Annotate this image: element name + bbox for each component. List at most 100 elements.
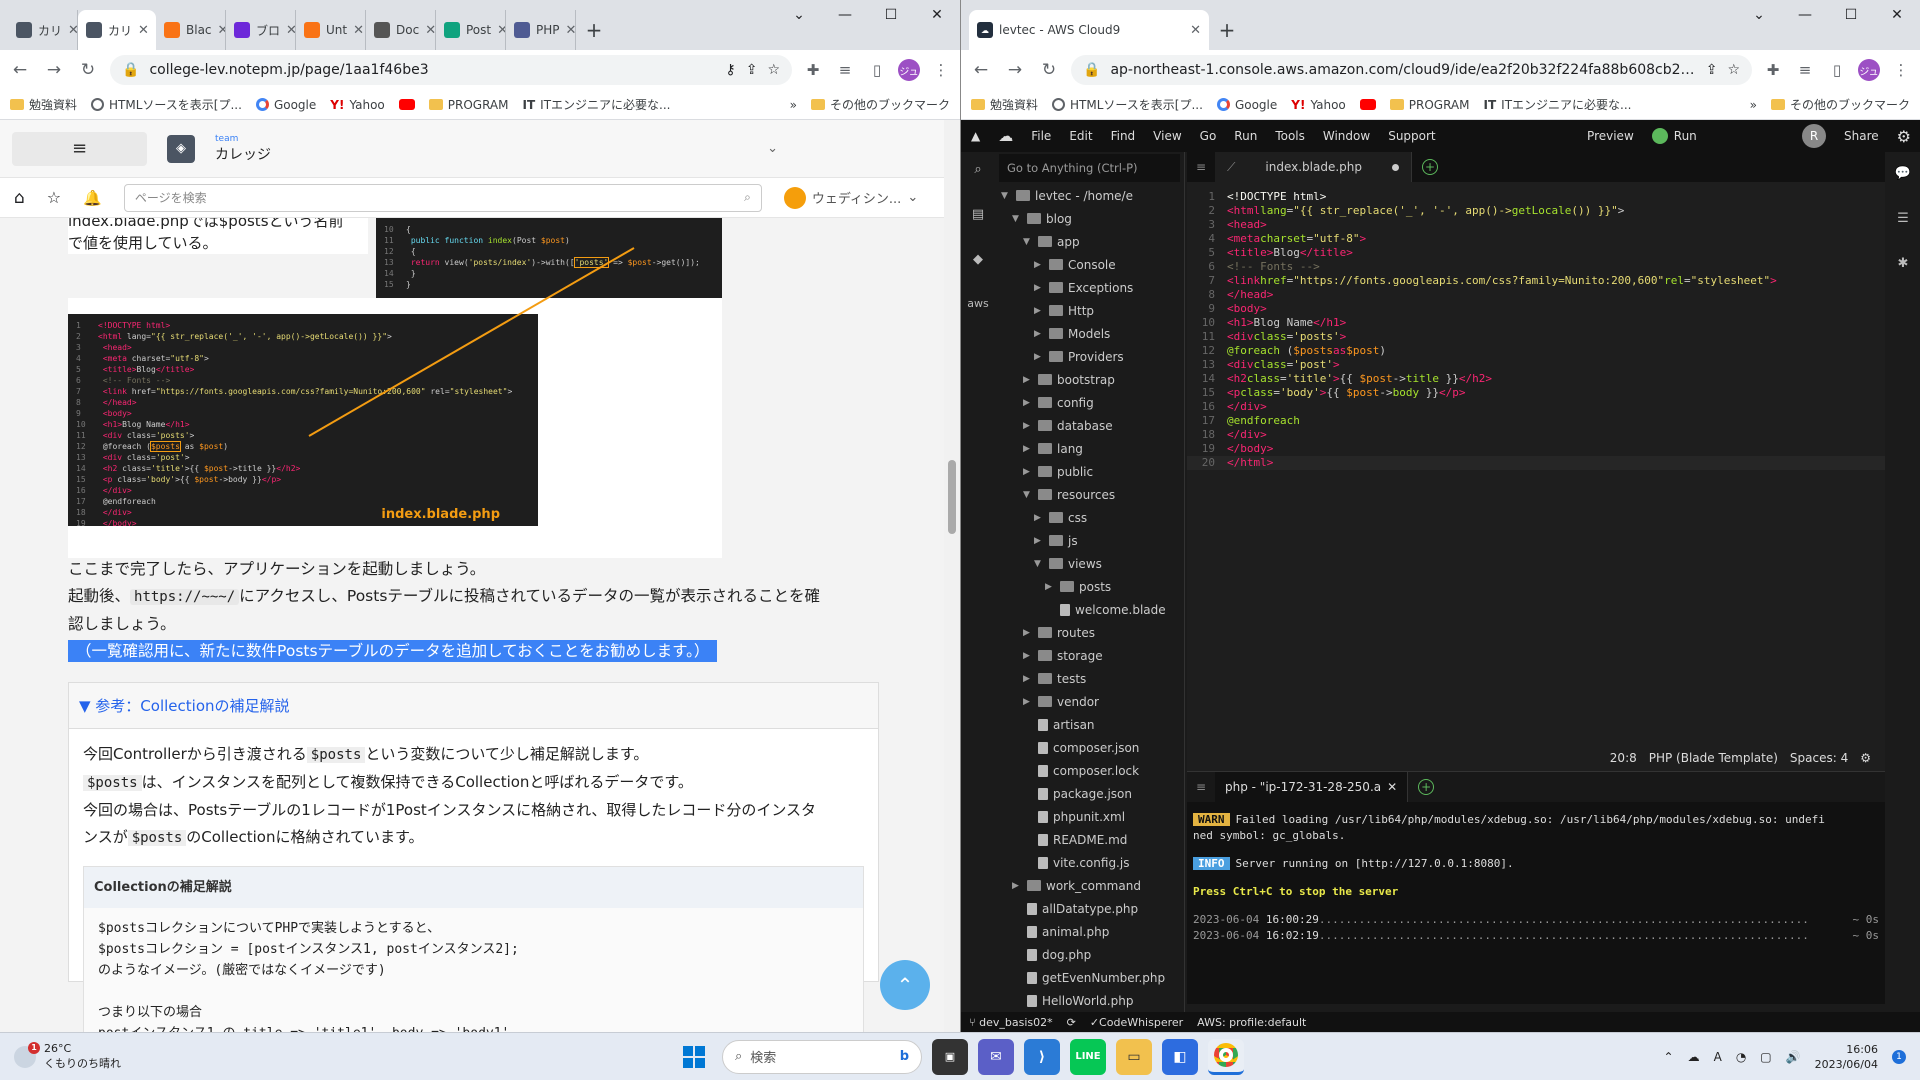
tree-folder[interactable]: ▼ views — [995, 552, 1184, 575]
tree-folder[interactable]: ▼ levtec - /home/e — [995, 184, 1184, 207]
more-bookmarks-icon[interactable]: » — [1750, 98, 1757, 112]
menu-find[interactable]: Find — [1111, 129, 1136, 143]
scroll-to-top-button[interactable]: ⌃ — [880, 960, 930, 1010]
scrollbar-thumb[interactable] — [948, 460, 956, 534]
network-icon[interactable]: ▢ — [1760, 1050, 1771, 1064]
tree-file[interactable]: animal.php — [995, 920, 1184, 943]
other-bookmarks[interactable]: その他のブックマーク — [1770, 96, 1910, 113]
close-icon[interactable]: ✕ — [914, 0, 960, 30]
gear-icon[interactable]: ⚙ — [1860, 751, 1871, 765]
collaborate-icon[interactable]: 💬 — [1895, 166, 1911, 181]
reading-list-icon[interactable]: ≡ — [1794, 61, 1816, 79]
hamburger-menu-button[interactable]: ≡ — [12, 131, 147, 166]
browser-tab[interactable]: Post ✕ — [436, 10, 506, 50]
menu-go[interactable]: Go — [1200, 129, 1217, 143]
favorite-star-icon[interactable]: ☆ — [47, 188, 61, 207]
ime-mode-icon[interactable]: ◔ — [1736, 1050, 1746, 1064]
tree-folder[interactable]: ▼ blog — [995, 207, 1184, 230]
other-bookmarks[interactable]: その他のブックマーク — [810, 96, 950, 113]
reading-list-icon[interactable]: ≡ — [834, 61, 856, 79]
menu-kebab-icon[interactable]: ⋮ — [1890, 61, 1912, 79]
bookmark-item[interactable]: Y! Yahoo — [1291, 98, 1346, 112]
share-icon[interactable]: ⇪ — [746, 62, 758, 78]
reload-icon[interactable]: ↻ — [1037, 60, 1061, 80]
browser-tab[interactable]: Blac ✕ — [156, 10, 226, 50]
new-tab-button[interactable]: + — [1209, 10, 1245, 50]
extensions-icon[interactable]: ✚ — [802, 61, 824, 79]
terminal-tab[interactable]: php - "ip-172-31-28-250.a ✕ — [1215, 772, 1409, 802]
bookmark-item[interactable]: Google — [255, 98, 316, 112]
reload-icon[interactable]: ↻ — [76, 60, 100, 80]
close-icon[interactable]: ✕ — [566, 23, 576, 38]
terminal-output[interactable]: WARN Failed loading /usr/lib64/php/module… — [1187, 802, 1885, 954]
bookmark-item[interactable]: 勉強資料 — [10, 96, 77, 113]
preview-button[interactable]: Preview — [1587, 129, 1634, 143]
home-icon[interactable]: ⌂ — [14, 188, 25, 208]
tree-folder[interactable]: ▶ public — [995, 460, 1184, 483]
key-icon[interactable]: ⚷ — [725, 62, 735, 78]
taskbar-search[interactable]: ⌕ 検索 b — [722, 1039, 922, 1074]
back-icon[interactable]: ← — [969, 60, 993, 80]
browser-tab[interactable]: Doc ✕ — [366, 10, 436, 50]
run-button[interactable]: Run — [1651, 128, 1697, 144]
tree-file[interactable]: README.md — [995, 828, 1184, 851]
details-summary[interactable]: ▼ 参考：Collectionの補足解説 — [69, 683, 878, 729]
menu-run[interactable]: Run — [1234, 129, 1257, 143]
tree-folder[interactable]: ▶ vendor — [995, 690, 1184, 713]
pane-menu-icon[interactable]: ≡ — [1187, 780, 1215, 794]
page-search-input[interactable]: ページを検索 ⌕ — [123, 183, 762, 212]
gear-icon[interactable]: ⚙ — [1897, 127, 1911, 146]
new-tab-button[interactable]: + — [576, 10, 612, 50]
bookmark-item[interactable]: PROGRAM — [428, 98, 509, 112]
cloud-icon[interactable]: ☁ — [1688, 1050, 1700, 1064]
tree-file[interactable]: HelloWorld.php — [995, 989, 1184, 1012]
outline-icon[interactable]: ☰ — [1897, 211, 1909, 226]
bookmark-item[interactable]: 勉強資料 — [971, 96, 1038, 113]
chevron-down-icon[interactable]: ⌄ — [1736, 0, 1782, 30]
close-icon[interactable]: ✕ — [425, 23, 435, 38]
tree-file[interactable]: welcome.blade — [995, 598, 1184, 621]
tree-folder[interactable]: ▶ work_command — [995, 874, 1184, 897]
close-icon[interactable]: ✕ — [218, 23, 225, 38]
tree-file[interactable]: dog.php — [995, 943, 1184, 966]
extensions-icon[interactable]: ✚ — [1762, 61, 1784, 79]
minimize-icon[interactable]: — — [1782, 0, 1828, 30]
bookmark-item[interactable]: HTMLソースを表示[プ... — [1052, 96, 1203, 113]
editor-tab[interactable]: ⟋ index.blade.php — [1215, 152, 1413, 182]
codewhisperer-status[interactable]: ✓CodeWhisperer — [1090, 1016, 1183, 1029]
tree-file[interactable]: composer.lock — [995, 759, 1184, 782]
tree-file[interactable]: getEvenNumber.php — [995, 966, 1184, 989]
menu-edit[interactable]: Edit — [1069, 129, 1092, 143]
tree-folder[interactable]: ▶ css — [995, 506, 1184, 529]
notification-badge[interactable]: 1 — [1892, 1049, 1906, 1064]
tree-folder[interactable]: ▶ Http — [995, 299, 1184, 322]
star-icon[interactable]: ☆ — [1727, 62, 1740, 78]
youtube-bookmark[interactable] — [398, 99, 415, 110]
line-icon[interactable]: LINE — [1070, 1038, 1106, 1075]
close-icon[interactable]: ✕ — [353, 23, 364, 38]
bookmark-item[interactable]: PROGRAM — [1389, 98, 1470, 112]
user-menu[interactable]: ウェディシン... ⌄ — [783, 186, 918, 209]
browser-tab[interactable]: ブロ ✕ — [226, 10, 296, 50]
side-panel-icon[interactable]: ▯ — [1826, 61, 1848, 79]
menu-window[interactable]: Window — [1323, 129, 1370, 143]
close-icon[interactable]: ✕ — [1387, 780, 1397, 794]
sync-icon[interactable]: ⟳ — [1067, 1016, 1076, 1029]
menu-tools[interactable]: Tools — [1275, 129, 1305, 143]
menu-file[interactable]: File — [1031, 129, 1051, 143]
tree-folder[interactable]: ▶ js — [995, 529, 1184, 552]
volume-icon[interactable]: 🔊 — [1786, 1050, 1801, 1064]
more-bookmarks-icon[interactable]: » — [790, 98, 797, 112]
vscode-icon[interactable]: ⟩ — [1024, 1038, 1060, 1075]
user-avatar[interactable]: R — [1802, 124, 1827, 148]
minimize-icon[interactable]: — — [822, 0, 868, 30]
address-bar[interactable]: 🔒 college-lev.notepm.jp/page/1aa1f46be3 … — [110, 55, 792, 85]
file-explorer-icon[interactable]: ▭ — [1116, 1038, 1152, 1075]
bell-icon[interactable]: 🔔 — [83, 189, 102, 207]
close-icon[interactable]: ✕ — [497, 23, 505, 38]
tree-file[interactable]: package.json — [995, 782, 1184, 805]
source-control-icon[interactable]: ◆ — [973, 252, 983, 267]
tree-folder[interactable]: ▶ routes — [995, 621, 1184, 644]
tree-folder[interactable]: ▶ bootstrap — [995, 368, 1184, 391]
back-icon[interactable]: ← — [8, 60, 32, 80]
